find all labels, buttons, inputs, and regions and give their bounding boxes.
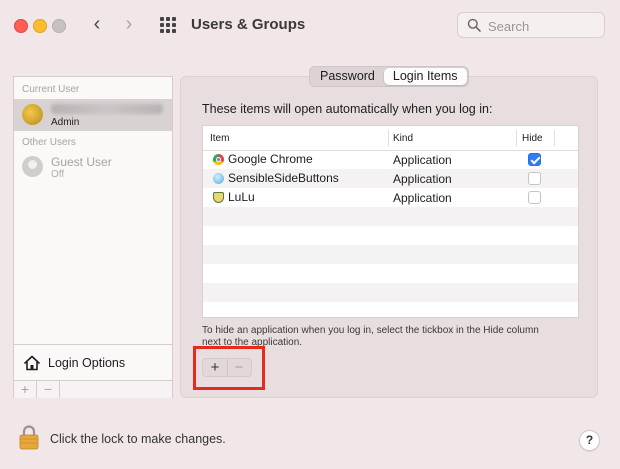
empty-row: [203, 302, 578, 317]
item-name: LuLu: [228, 190, 255, 204]
help-button[interactable]: ?: [579, 430, 600, 451]
item-kind: Application: [393, 172, 452, 186]
other-users-header: Other Users: [22, 137, 76, 148]
item-kind: Application: [393, 191, 452, 205]
item-name: Google Chrome: [228, 152, 313, 166]
empty-row: [203, 264, 578, 283]
back-button[interactable]: ‹: [86, 13, 108, 37]
column-header-item[interactable]: Item: [210, 133, 229, 144]
login-items-intro: These items will open automatically when…: [202, 102, 493, 116]
table-row[interactable]: SensibleSideButtons Application: [203, 169, 578, 188]
empty-row: [203, 245, 578, 264]
login-options-label: Login Options: [48, 356, 126, 370]
title-bar: ‹ › Users & Groups: [0, 0, 620, 50]
guest-avatar: [22, 156, 43, 177]
remove-user-button[interactable]: −: [37, 381, 60, 398]
tab-login-items[interactable]: Login Items: [383, 68, 467, 85]
hide-checkbox[interactable]: [528, 172, 541, 185]
sensible-side-buttons-icon: [213, 173, 224, 184]
tab-password[interactable]: Password: [311, 68, 384, 85]
search-field[interactable]: [457, 12, 605, 38]
table-row[interactable]: Google Chrome Application: [203, 150, 578, 169]
search-input[interactable]: [486, 16, 602, 36]
hint-line-1: To hide an application when you log in, …: [202, 325, 539, 336]
add-login-item-button[interactable]: +: [203, 359, 228, 376]
login-items-table: Item Kind Hide Google Chrome Application…: [202, 125, 579, 318]
item-kind: Application: [393, 153, 452, 167]
hide-checkbox[interactable]: [528, 191, 541, 204]
home-icon: [24, 355, 40, 371]
column-divider: [388, 130, 389, 146]
redacted-name: [51, 104, 163, 114]
window-title: Users & Groups: [191, 16, 306, 33]
preferences-window: ‹ › Users & Groups Current User Admin Ot…: [0, 0, 620, 469]
table-header: Item Kind Hide: [203, 126, 578, 151]
add-remove-control: + −: [202, 358, 252, 377]
add-user-button[interactable]: +: [14, 381, 37, 398]
chrome-icon: [213, 154, 224, 165]
empty-row: [203, 207, 578, 226]
current-user-name: [51, 102, 163, 114]
empty-row: [203, 283, 578, 302]
table-rows: Google Chrome Application SensibleSideBu…: [203, 150, 578, 317]
users-sidebar: Current User Admin Other Users Guest Use…: [13, 76, 173, 398]
guest-user-row[interactable]: Guest User Off: [14, 151, 172, 183]
hide-checkbox[interactable]: [528, 153, 541, 166]
column-divider: [516, 130, 517, 146]
show-all-grid-icon[interactable]: [160, 17, 176, 33]
zoom-window-button[interactable]: [52, 19, 66, 33]
search-icon: [467, 18, 481, 32]
current-user-row[interactable]: Admin: [14, 99, 172, 131]
close-window-button[interactable]: [14, 19, 28, 33]
remove-login-item-button[interactable]: −: [227, 359, 251, 376]
forward-button[interactable]: ›: [118, 13, 140, 37]
avatar: [22, 104, 43, 125]
guest-user-name: Guest User: [51, 155, 112, 169]
login-options-item[interactable]: Login Options: [14, 344, 172, 381]
lulu-icon: [213, 192, 224, 203]
empty-row: [203, 226, 578, 245]
column-divider: [554, 130, 555, 146]
current-user-role: Admin: [51, 117, 80, 128]
column-header-hide[interactable]: Hide: [522, 133, 543, 144]
guest-user-status: Off: [51, 169, 65, 180]
item-name: SensibleSideButtons: [228, 171, 339, 185]
minimize-window-button[interactable]: [33, 19, 47, 33]
table-row[interactable]: LuLu Application: [203, 188, 578, 207]
lock-icon[interactable]: [18, 424, 40, 450]
sidebar-toolbar: + −: [14, 380, 172, 398]
column-header-kind[interactable]: Kind: [393, 133, 413, 144]
current-user-header: Current User: [22, 84, 80, 95]
tab-control: Password Login Items: [309, 66, 469, 87]
lock-status-text: Click the lock to make changes.: [50, 432, 226, 446]
